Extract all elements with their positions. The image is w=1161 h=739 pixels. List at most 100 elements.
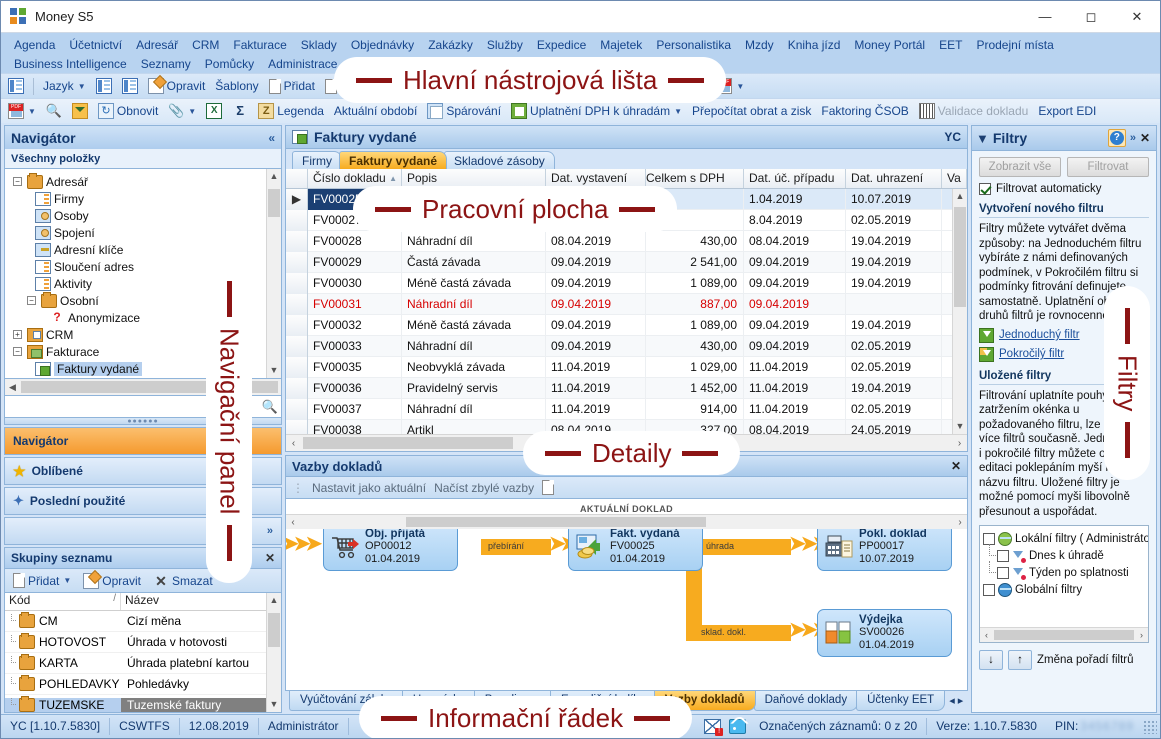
scroll-right-icon[interactable]: ›	[952, 438, 967, 449]
tree-node-adresni-klice[interactable]: Adresní klíče	[9, 241, 281, 258]
navigator-vertical-scrollbar[interactable]: ▲ ▼	[266, 169, 281, 378]
menu-item-business-intelligence[interactable]: Business Intelligence	[7, 55, 134, 73]
filter-node-lokalni[interactable]: Lokální filtry ( Administrátor)	[983, 530, 1148, 547]
detail-tab-uctenky-eet[interactable]: Účtenky EET	[856, 691, 946, 711]
filter-node-tyden-po-splatnosti[interactable]: Týden po splatnosti	[983, 561, 1145, 581]
doc-node-pokl-doklad[interactable]: Pokl. doklad PP00017 10.07.2019	[817, 523, 952, 571]
menu-item-agenda[interactable]: Agenda	[7, 36, 62, 54]
groups-add-button[interactable]: Přidat ▼	[9, 572, 75, 589]
menu-item-sluzby[interactable]: Služby	[480, 36, 530, 54]
column-header-celkem-s-dph[interactable]: Celkem s DPH	[646, 169, 744, 188]
expander-icon[interactable]: +	[13, 330, 22, 339]
current-period-button[interactable]: Aktuální období	[330, 103, 421, 119]
auto-filter-checkbox-row[interactable]: Filtrovat automaticky	[979, 183, 1149, 195]
menu-item-fakturace[interactable]: Fakturace	[226, 36, 293, 54]
advanced-filter-link[interactable]: Pokročilý filtr	[999, 348, 1064, 360]
tree-node-firmy[interactable]: Firmy	[9, 190, 281, 207]
table-row[interactable]: HOTOVOST Úhrada v hotovosti	[5, 632, 281, 653]
scroll-down-icon[interactable]: ▼	[953, 419, 967, 434]
expander-icon[interactable]: −	[13, 347, 22, 356]
language-button[interactable]: Jazyk ▼	[39, 78, 90, 94]
menu-item-kniha-jizd[interactable]: Kniha jízd	[781, 36, 848, 54]
auto-filter-checkbox[interactable]	[979, 183, 991, 195]
simple-filter-link[interactable]: Jednoduchý filtr	[999, 329, 1080, 341]
close-icon[interactable]: ✕	[951, 459, 961, 473]
menu-item-zakazky[interactable]: Zakázky	[421, 36, 480, 54]
table-row[interactable]: TUZEMSKE Tuzemské faktury	[5, 695, 281, 712]
grid-view-button[interactable]	[4, 77, 28, 95]
filter-button[interactable]: Filtrovat	[1067, 157, 1149, 177]
recalculate-button[interactable]: Přepočítat obrat a zisk	[688, 103, 815, 119]
table-row[interactable]: FV00028 Náhradní díl 08.04.2019 430,00 0…	[286, 230, 967, 252]
chevron-right-icon[interactable]: »	[267, 525, 273, 537]
add-button[interactable]: Přidat	[265, 78, 319, 95]
collapse-icon[interactable]: «	[268, 131, 275, 145]
table-row[interactable]: FV00037 Náhradní díl 11.04.2019 914,00 1…	[286, 398, 967, 420]
edit-button[interactable]: Opravit	[144, 77, 210, 95]
show-all-button[interactable]: Zobrazit vše	[979, 157, 1061, 177]
scroll-up-icon[interactable]: ▲	[267, 593, 281, 608]
table-row[interactable]: KARTA Úhrada platební kartou	[5, 653, 281, 674]
attachment-button[interactable]: 📎 ▼	[164, 102, 200, 120]
tree-node-adresar[interactable]: − Adresář	[9, 172, 281, 190]
menu-item-money-portal[interactable]: Money Portál	[847, 36, 932, 54]
detail-tab-danove-doklady[interactable]: Daňové doklady	[753, 691, 859, 711]
column-header-dat-uhrazeni[interactable]: Dat. uhrazení	[846, 169, 942, 188]
menu-item-crm[interactable]: CRM	[185, 36, 226, 54]
tab-firmy[interactable]: Firmy	[292, 151, 342, 169]
export-excel-button[interactable]: X	[202, 102, 226, 120]
maximize-button[interactable]: ◻	[1068, 1, 1114, 32]
tree-node-osoby[interactable]: Osoby	[9, 207, 281, 224]
mail-alert-icon[interactable]	[704, 719, 724, 736]
validate-document-button[interactable]: Validace dokladu	[915, 102, 1033, 120]
tree-node-spojeni[interactable]: Spojení	[9, 224, 281, 241]
menu-item-mzdy[interactable]: Mzdy	[738, 36, 781, 54]
menu-item-adresar[interactable]: Adresář	[129, 36, 185, 54]
set-as-current-button[interactable]: Nastavit jako aktuální	[312, 481, 426, 495]
table-row[interactable]: FV00032 Méně častá závada 09.04.2019 1 0…	[286, 314, 967, 336]
expander-icon[interactable]: −	[27, 296, 36, 305]
tab-next-icon[interactable]: ▸	[958, 695, 967, 707]
filter-checkbox[interactable]	[983, 532, 995, 545]
table-row[interactable]: CM Cizí měna	[5, 611, 281, 632]
scroll-up-icon[interactable]: ▲	[953, 189, 967, 204]
menu-item-sklady[interactable]: Sklady	[294, 36, 344, 54]
scroll-left-icon[interactable]: ‹	[286, 438, 301, 449]
tab-skladove-zasoby[interactable]: Skladové zásoby	[444, 151, 555, 169]
scroll-thumb[interactable]	[954, 207, 966, 307]
menu-item-expedice[interactable]: Expedice	[530, 36, 593, 54]
scroll-left-icon[interactable]: ◀	[5, 382, 20, 393]
filter-node-globalni[interactable]: Globální filtry	[983, 581, 1145, 598]
menu-item-eet[interactable]: EET	[932, 36, 969, 54]
resize-grip[interactable]	[1143, 719, 1157, 734]
scroll-thumb[interactable]	[268, 189, 280, 217]
scroll-up-icon[interactable]: ▲	[267, 169, 281, 184]
help-button[interactable]: ?	[1107, 129, 1126, 147]
move-down-button[interactable]: ↓	[979, 650, 1003, 670]
search-button[interactable]: 🔍	[42, 102, 66, 120]
close-button[interactable]: ✕	[1114, 1, 1160, 32]
scroll-right-icon[interactable]: ›	[953, 517, 967, 528]
move-up-button[interactable]: ↑	[1008, 650, 1032, 670]
column-header-kod[interactable]: Kód /	[5, 593, 121, 610]
scroll-thumb[interactable]	[268, 613, 280, 647]
doc-node-fakt-vydana[interactable]: Fakt. vydaná FV00025 01.04.2019	[568, 523, 703, 571]
menu-item-majetek[interactable]: Majetek	[593, 36, 649, 54]
scroll-down-icon[interactable]: ▼	[267, 697, 281, 712]
doc-node-obj-prijata[interactable]: Obj. přijatá OP00012 01.04.2019	[323, 523, 458, 571]
factoring-button[interactable]: Faktoring ČSOB	[817, 103, 912, 119]
column-header-va[interactable]: Va	[942, 169, 967, 188]
groups-delete-button[interactable]: ✕ Smazat	[149, 572, 217, 590]
chevron-right-icon[interactable]: »	[1130, 132, 1136, 144]
table-row[interactable]: FV00030 Méně častá závada 09.04.2019 1 0…	[286, 272, 967, 294]
menu-item-pomucky[interactable]: Pomůcky	[198, 55, 261, 73]
menu-item-objednavky[interactable]: Objednávky	[344, 36, 421, 54]
tab-faktury-vydane[interactable]: Faktury vydané	[339, 151, 448, 169]
close-icon[interactable]: ✕	[1140, 131, 1152, 145]
table-row[interactable]: FV00033 Náhradní díl 09.04.2019 430,00 0…	[286, 335, 967, 357]
filter-checkbox[interactable]	[997, 549, 1009, 562]
doc-node-vydejka[interactable]: Výdejka SV00026 01.04.2019	[817, 609, 952, 657]
table-row[interactable]: FV00031 Náhradní díl 09.04.2019 887,00 0…	[286, 293, 967, 315]
scroll-thumb[interactable]	[406, 517, 706, 527]
pairing-button[interactable]: Spárování	[423, 102, 505, 120]
